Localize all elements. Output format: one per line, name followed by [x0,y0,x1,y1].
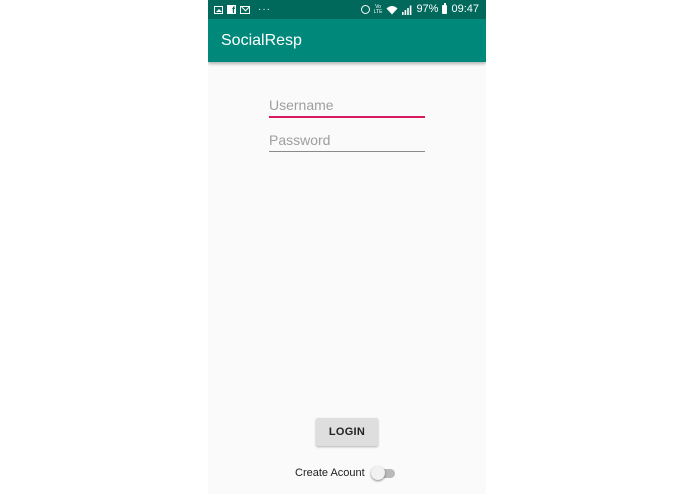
login-button[interactable]: LOGIN [316,418,378,446]
username-input[interactable] [269,94,425,116]
create-account-row: Create Acount [295,463,397,483]
app-bar: SocialResp [208,19,486,62]
app-title: SocialResp [221,32,302,49]
clock: 09:47 [451,3,479,15]
signal-icon [402,5,412,15]
mail-icon [240,5,250,14]
password-input[interactable] [269,128,425,151]
status-bar: f ··· Vo LTE 97% 09:47 [208,0,486,19]
battery-percent: 97% [416,3,439,15]
status-bar-left: f ··· [214,3,271,16]
volte-icon: Vo LTE [373,3,383,15]
create-account-label: Create Acount [295,467,365,479]
create-account-switch[interactable] [370,465,397,481]
facebook-icon: f [227,5,236,15]
battery-icon [442,3,448,14]
wifi-icon [386,5,398,15]
alarm-icon [360,5,370,14]
app-screen: f ··· Vo LTE 97% 09:47 SocialResp Userna… [208,0,486,494]
username-field[interactable] [269,94,425,118]
more-dots-icon: ··· [258,4,271,15]
switch-thumb [370,466,385,480]
gallery-icon [214,5,223,14]
status-bar-right: Vo LTE 97% 09:47 [360,2,479,17]
password-field[interactable] [269,128,425,152]
